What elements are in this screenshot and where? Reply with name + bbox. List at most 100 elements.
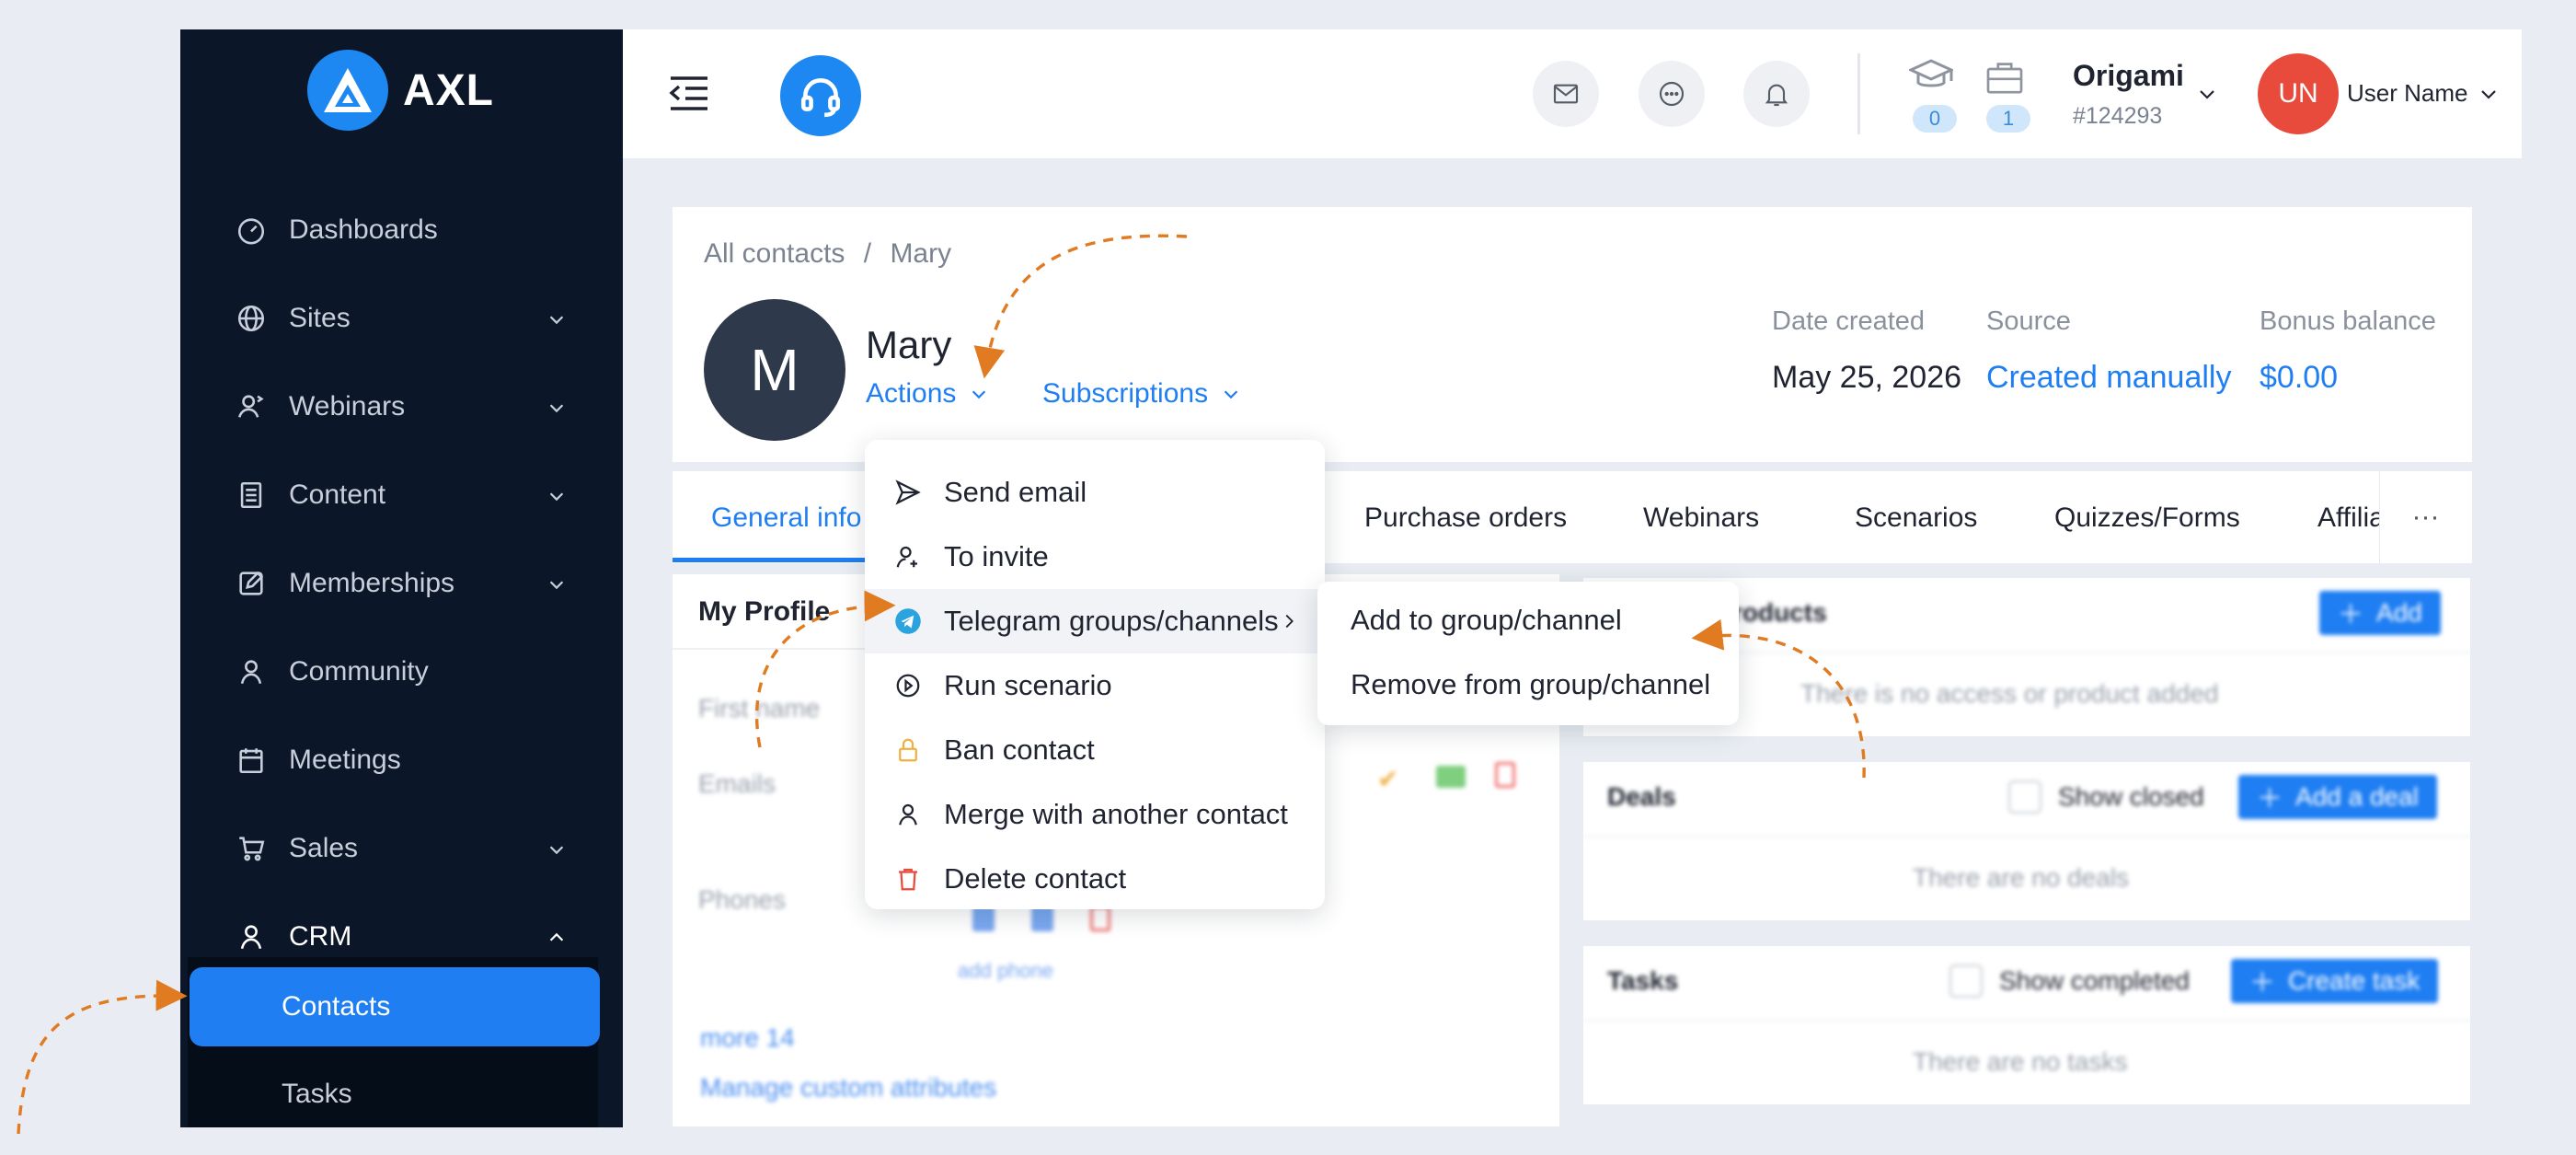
deals-title: Deals — [1607, 782, 1676, 811]
tab-scenarios[interactable]: Scenarios — [1855, 502, 1977, 534]
actions-dropdown[interactable]: Actions — [866, 378, 989, 410]
menu-item-merge-contact[interactable]: Merge with another contact — [865, 782, 1325, 847]
org-id: #124293 — [2073, 103, 2163, 129]
more-fields-link[interactable]: more 14 — [700, 1023, 795, 1053]
add-deal-label: Add a deal — [2295, 782, 2419, 811]
sidebar: AXL Dashboards Sites Webinars Content Me… — [180, 29, 623, 1127]
bell-icon — [1765, 84, 1788, 107]
show-completed-checkbox[interactable] — [1949, 964, 1983, 998]
sidebar-item-content[interactable]: Content — [236, 468, 567, 523]
user-name[interactable]: User Name — [2347, 79, 2467, 108]
verified-icon[interactable]: ✔ — [1377, 764, 1401, 793]
orders-badge: 1 — [1986, 105, 2030, 133]
profile-title: My Profile — [698, 596, 831, 627]
lock-icon — [899, 738, 917, 762]
chat-button[interactable] — [1639, 61, 1705, 127]
create-task-button[interactable]: ＋ Create task — [2231, 959, 2439, 1003]
chevron-down-icon[interactable] — [2196, 83, 2218, 105]
actions-label: Actions — [866, 378, 957, 409]
subscriptions-label: Subscriptions — [1042, 378, 1209, 409]
trash-icon — [899, 868, 917, 891]
sidebar-item-webinars[interactable]: Webinars — [236, 379, 567, 434]
brand-logo[interactable]: AXL — [307, 50, 494, 131]
menu-item-telegram[interactable]: Telegram groups/channels — [865, 589, 1325, 653]
user-avatar[interactable]: UN — [2258, 53, 2339, 134]
chevron-down-icon — [972, 390, 986, 399]
tab-general-info[interactable]: General info — [711, 502, 861, 534]
breadcrumb-separator: / — [863, 238, 872, 269]
sidebar-item-label: CRM — [289, 921, 352, 952]
actions-menu: Send email To invite Telegram groups/cha… — [865, 440, 1325, 909]
sidebar-item-crm[interactable]: CRM — [236, 909, 567, 964]
sidebar-item-label: Sales — [289, 833, 359, 863]
chevron-down-icon — [1224, 390, 1238, 399]
sidebar-item-community[interactable]: Community — [236, 644, 567, 699]
tasks-empty: There are no tasks — [1913, 1047, 2128, 1076]
orders-button[interactable] — [1984, 61, 2025, 94]
products-empty: There is no access or product added — [1800, 679, 2219, 708]
show-closed-checkbox[interactable] — [2008, 780, 2041, 814]
tab-quizzes-forms[interactable]: Quizzes/Forms — [2054, 502, 2240, 534]
emails-label: Emails — [698, 769, 776, 798]
support-button[interactable] — [780, 55, 861, 136]
menu-item-to-invite[interactable]: To invite — [865, 525, 1325, 589]
menu-item-label: Run scenario — [944, 669, 1112, 701]
menu-item-ban-contact[interactable]: Ban contact — [865, 718, 1325, 782]
email-send-icon[interactable] — [1436, 766, 1466, 788]
add-product-button[interactable]: ＋ Add — [2319, 591, 2441, 635]
submenu-remove-from-group[interactable]: Remove from group/channel — [1351, 668, 1710, 701]
telegram-icon — [895, 608, 921, 634]
courses-button[interactable] — [1909, 59, 1953, 96]
bonus-balance-value[interactable]: $0.00 — [2260, 360, 2338, 396]
tab-affiliate[interactable]: Affilia — [2317, 502, 2385, 534]
webinar-icon — [238, 395, 264, 418]
date-created-label: Date created — [1772, 306, 1926, 336]
chevron-down-icon[interactable] — [2478, 83, 2500, 105]
manage-custom-attributes-link[interactable]: Manage custom attributes — [700, 1073, 996, 1103]
sidebar-item-sales[interactable]: Sales — [236, 821, 567, 876]
submenu-add-to-group[interactable]: Add to group/channel — [1351, 604, 1622, 637]
show-closed-label: Show closed — [2058, 782, 2204, 811]
email-delete-icon[interactable] — [1495, 762, 1515, 788]
tab-purchase-orders[interactable]: Purchase orders — [1364, 502, 1567, 534]
create-task-label: Create task — [2288, 966, 2421, 995]
subscriptions-dropdown[interactable]: Subscriptions — [1042, 378, 1241, 410]
tab-webinars[interactable]: Webinars — [1643, 502, 1759, 534]
source-value[interactable]: Created manually — [1986, 360, 2231, 396]
sidebar-item-memberships[interactable]: Memberships — [236, 556, 567, 611]
headset-icon — [800, 78, 841, 118]
collapse-menu-icon[interactable] — [669, 75, 709, 110]
breadcrumb: All contacts / Mary — [704, 238, 951, 270]
sidebar-item-sites[interactable]: Sites — [236, 291, 567, 346]
breadcrumb-root[interactable]: All contacts — [704, 238, 845, 269]
phones-label: Phones — [698, 885, 786, 914]
chevron-down-icon — [549, 316, 564, 325]
graduation-cap-icon — [1909, 59, 1953, 87]
brand-name: AXL — [403, 65, 494, 115]
divider — [1583, 836, 2470, 837]
menu-item-run-scenario[interactable]: Run scenario — [865, 653, 1325, 718]
chevron-up-icon — [549, 932, 564, 941]
chevron-down-icon — [549, 404, 564, 413]
sidebar-subitem-tasks[interactable]: Tasks — [190, 1079, 352, 1110]
notifications-button[interactable] — [1743, 61, 1810, 127]
memberships-icon — [239, 571, 264, 595]
invite-user-icon — [896, 546, 917, 568]
telegram-submenu: Add to group/channel Remove from group/c… — [1317, 582, 1739, 725]
add-deal-button[interactable]: ＋ Add a deal — [2238, 775, 2437, 819]
sidebar-item-meetings[interactable]: Meetings — [236, 733, 567, 788]
sidebar-item-dashboards[interactable]: Dashboards — [236, 202, 567, 258]
tabs-more-button[interactable]: ··· — [2379, 471, 2471, 563]
menu-item-delete-contact[interactable]: Delete contact — [865, 847, 1325, 911]
globe-icon — [237, 305, 265, 332]
mail-button[interactable] — [1533, 61, 1599, 127]
add-phone-link[interactable]: add phone — [958, 959, 1053, 983]
sidebar-subitem-contacts[interactable]: Contacts — [190, 967, 600, 1046]
menu-item-label: Ban contact — [944, 733, 1095, 766]
content-icon — [240, 481, 262, 509]
org-name[interactable]: Origami — [2073, 59, 2184, 93]
menu-item-send-email[interactable]: Send email — [865, 460, 1325, 525]
add-product-label: Add — [2376, 598, 2422, 627]
first-name-label: First name — [698, 694, 821, 722]
briefcase-icon — [1986, 63, 2023, 94]
